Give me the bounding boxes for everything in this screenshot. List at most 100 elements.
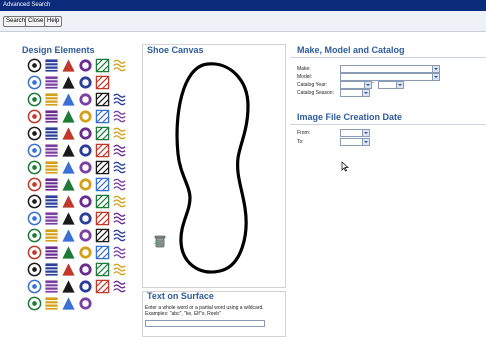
stripes-icon[interactable] xyxy=(43,74,60,91)
shoe-outline-canvas[interactable] xyxy=(168,58,258,278)
rounded-square-icon[interactable] xyxy=(94,125,111,142)
dome-icon[interactable] xyxy=(43,227,60,244)
rainbow-arc-icon[interactable] xyxy=(43,91,60,108)
lines-icon[interactable] xyxy=(111,176,128,193)
circle-b-icon[interactable] xyxy=(60,261,77,278)
numeral-icon[interactable] xyxy=(111,244,128,261)
logo-badge-icon[interactable] xyxy=(60,295,77,312)
logo-box-icon[interactable] xyxy=(94,278,111,295)
u-letter-icon[interactable] xyxy=(77,74,94,91)
logo-outline-icon[interactable] xyxy=(60,278,77,295)
spiral-red-icon[interactable] xyxy=(94,108,111,125)
logo-block-icon[interactable] xyxy=(43,278,60,295)
brick-grid-icon[interactable] xyxy=(77,142,94,159)
mesh-icon[interactable] xyxy=(111,227,128,244)
date-from-select[interactable] xyxy=(340,129,370,137)
target-icon[interactable] xyxy=(94,57,111,74)
oval-icon[interactable] xyxy=(94,227,111,244)
dots-grid-icon[interactable] xyxy=(94,142,111,159)
oval-purple-icon[interactable] xyxy=(43,244,60,261)
circle-a-icon[interactable] xyxy=(111,91,128,108)
spade-red-icon[interactable] xyxy=(77,193,94,210)
circle-r-icon[interactable] xyxy=(26,295,43,312)
building-icon[interactable] xyxy=(26,91,43,108)
star-flag-icon[interactable] xyxy=(43,142,60,159)
checker-icon[interactable] xyxy=(26,159,43,176)
model-select[interactable] xyxy=(340,73,440,81)
square-grid-icon[interactable] xyxy=(94,176,111,193)
help-button[interactable]: Help xyxy=(44,16,63,27)
ring-arc-icon[interactable] xyxy=(60,108,77,125)
ring-dot-icon[interactable] xyxy=(111,108,128,125)
drop-green-icon[interactable] xyxy=(60,244,77,261)
square-outline-icon[interactable] xyxy=(43,159,60,176)
zigzag-icon[interactable] xyxy=(111,125,128,142)
circle-s-icon[interactable] xyxy=(60,176,77,193)
ring-icon[interactable] xyxy=(94,74,111,91)
no-sign-icon[interactable] xyxy=(77,295,94,312)
logo-swirl-icon[interactable] xyxy=(77,278,94,295)
circle-a2-icon[interactable] xyxy=(77,176,94,193)
bullseye-icon[interactable] xyxy=(77,57,94,74)
plus-small-icon[interactable] xyxy=(26,176,43,193)
chevron-stack-icon[interactable] xyxy=(43,295,60,312)
bars-icon[interactable] xyxy=(77,159,94,176)
catalog-year-to-select[interactable] xyxy=(378,81,404,89)
grid-small-icon[interactable] xyxy=(111,193,128,210)
letter-l-icon[interactable] xyxy=(43,125,60,142)
circle-d-icon[interactable] xyxy=(26,57,43,74)
circle-ring-icon[interactable] xyxy=(94,91,111,108)
circle-c-icon[interactable] xyxy=(77,91,94,108)
grid-color-icon[interactable] xyxy=(77,210,94,227)
x-mark-icon[interactable] xyxy=(111,210,128,227)
swirl-icon[interactable] xyxy=(60,57,77,74)
shield-icon[interactable] xyxy=(60,74,77,91)
ring-fill-icon[interactable] xyxy=(77,108,94,125)
gear-sun-icon[interactable] xyxy=(26,74,43,91)
stripes-diagonal-icon[interactable] xyxy=(43,193,60,210)
from-label: From: xyxy=(297,130,311,136)
logo-dark-icon[interactable] xyxy=(111,278,128,295)
make-select[interactable] xyxy=(340,65,440,73)
spiral-icon[interactable] xyxy=(43,57,60,74)
helmet-icon[interactable] xyxy=(26,227,43,244)
arrow-box-icon[interactable] xyxy=(26,210,43,227)
catalog-year-from-select[interactable] xyxy=(340,81,372,89)
catalog-season-select[interactable] xyxy=(340,89,370,97)
star-purple-icon[interactable] xyxy=(26,261,43,278)
stairs-icon[interactable] xyxy=(60,125,77,142)
house-icon[interactable] xyxy=(94,193,111,210)
circle-c2-icon[interactable] xyxy=(26,108,43,125)
diagonal-icon[interactable] xyxy=(111,142,128,159)
trash-can-icon[interactable] xyxy=(152,233,168,249)
tools-icon[interactable] xyxy=(94,210,111,227)
square-dark-icon[interactable] xyxy=(77,125,94,142)
brick-red-icon[interactable] xyxy=(60,142,77,159)
question-mark-icon[interactable] xyxy=(111,57,128,74)
text-label-icon[interactable] xyxy=(77,227,94,244)
script-text-icon[interactable] xyxy=(43,261,60,278)
logo-blue-icon[interactable] xyxy=(26,278,43,295)
text-on-surface-input[interactable] xyxy=(145,320,265,327)
waves-icon[interactable] xyxy=(26,125,43,142)
triangle-outline-icon[interactable] xyxy=(43,176,60,193)
bottle-icon[interactable] xyxy=(77,244,94,261)
brick-wall-icon[interactable] xyxy=(60,159,77,176)
cross-stack-icon[interactable] xyxy=(111,261,128,278)
crescent-icon[interactable] xyxy=(60,91,77,108)
d-letter-icon[interactable] xyxy=(94,244,111,261)
chevrons-icon[interactable] xyxy=(26,142,43,159)
person-icon[interactable] xyxy=(60,227,77,244)
stripes-horizontal-icon[interactable] xyxy=(26,193,43,210)
text-logo-icon[interactable] xyxy=(60,193,77,210)
plaid-icon[interactable] xyxy=(94,159,111,176)
circle-i-icon[interactable] xyxy=(43,108,60,125)
arrow-hook-icon[interactable] xyxy=(43,210,60,227)
crown-icon[interactable] xyxy=(26,244,43,261)
plus-yellow-icon[interactable] xyxy=(60,210,77,227)
stacked-text-icon[interactable] xyxy=(94,261,111,278)
date-to-select[interactable] xyxy=(340,138,370,146)
make-model-divider xyxy=(290,57,486,58)
wave-blue-icon[interactable] xyxy=(111,159,128,176)
logo-text-icon[interactable] xyxy=(77,261,94,278)
